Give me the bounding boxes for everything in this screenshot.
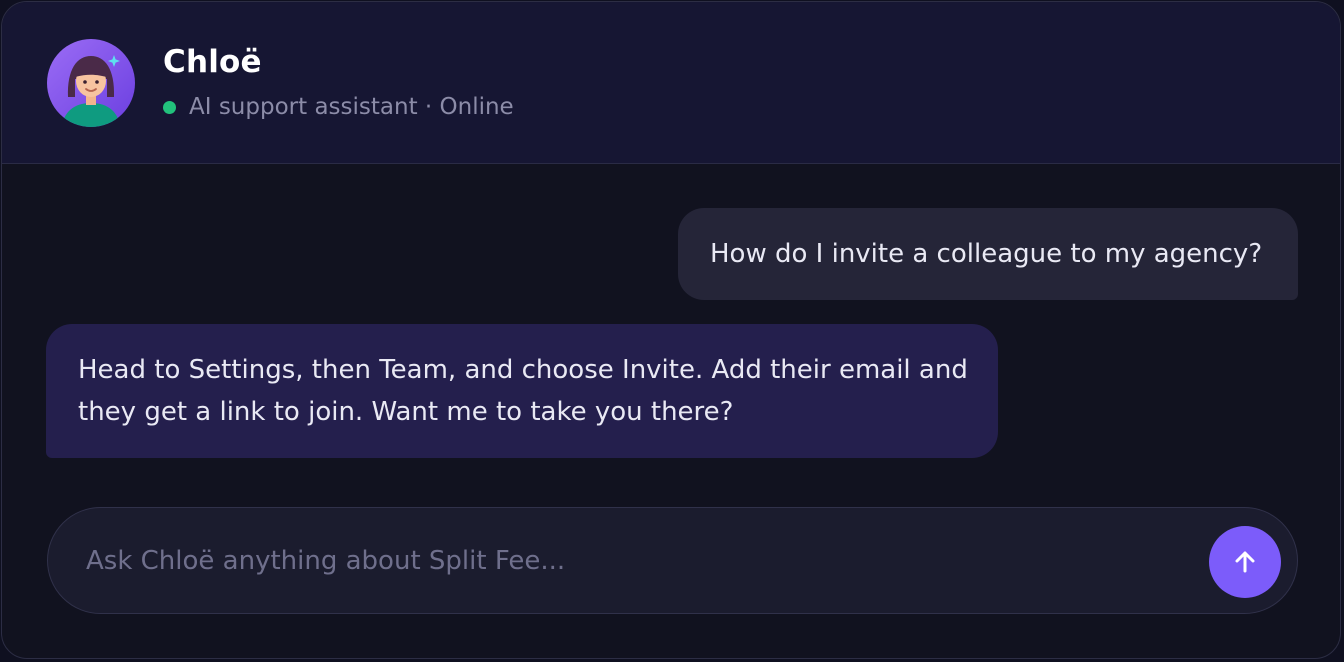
arrow-up-icon (1235, 551, 1255, 573)
user-message-bubble: How do I invite a colleague to my agency… (678, 208, 1298, 300)
assistant-status-text: AI support assistant · Online (189, 94, 514, 120)
chat-header: Chloë AI support assistant · Online (2, 2, 1340, 164)
assistant-status: AI support assistant · Online (163, 92, 514, 122)
send-button[interactable] (1209, 526, 1281, 598)
assistant-avatar-icon (47, 39, 135, 127)
online-status-dot-icon (163, 100, 176, 114)
message-composer (47, 507, 1298, 614)
chat-widget: Chloë AI support assistant · Online How … (1, 1, 1341, 659)
assistant-message-bubble: Head to Settings, then Team, and choose … (46, 324, 998, 458)
message-input[interactable] (84, 536, 1198, 586)
assistant-name: Chloë (163, 44, 262, 80)
